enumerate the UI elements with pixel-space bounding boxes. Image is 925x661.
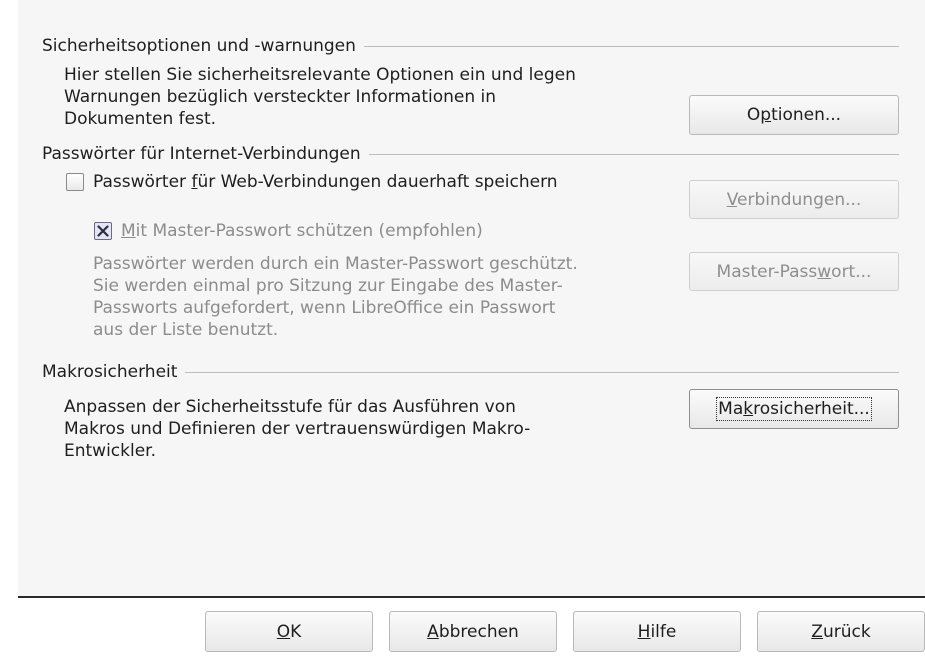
checkmark-x-icon: [97, 225, 109, 237]
security-options-heading-text: Sicherheitsoptionen und -warnungen: [42, 36, 356, 56]
ok-button[interactable]: OK: [205, 611, 373, 652]
macro-security-heading-text: Makrosicherheit: [42, 362, 178, 382]
heading-separator: [185, 371, 899, 373]
master-password-checkbox[interactable]: [94, 222, 112, 240]
heading-separator: [363, 45, 899, 47]
description-line: Dokumenten fest.: [64, 109, 217, 129]
macro-security-description: Anpassen der Sicherheitsstufe für das Au…: [64, 396, 530, 462]
description-line: Anpassen der Sicherheitsstufe für das Au…: [64, 397, 516, 417]
help-button-label: Hilfe: [637, 621, 677, 642]
description-line: Warnungen bezüglich versteckter Informat…: [64, 87, 497, 107]
security-options-description: Hier stellen Sie sicherheitsrelevante Op…: [64, 64, 576, 130]
security-options-heading: Sicherheitsoptionen und -warnungen: [42, 34, 899, 58]
description-line: Makros und Definieren der vertrauenswürd…: [64, 419, 531, 439]
master-password-button[interactable]: Master-Passwort...: [689, 252, 899, 291]
macro-security-heading: Makrosicherheit: [42, 360, 899, 384]
options-button-label: Optionen...: [746, 105, 842, 125]
save-passwords-label[interactable]: Passwörter für Web-Verbindungen dauerhaf…: [93, 171, 558, 193]
description-line: Passworts aufgefordert, wenn LibreOffice…: [93, 298, 556, 318]
master-password-description: Passwörter werden durch ein Master-Passw…: [93, 253, 578, 341]
back-button-label: Zurück: [811, 621, 871, 642]
passwords-heading-text: Passwörter für Internet-Verbindungen: [42, 144, 361, 164]
heading-separator: [368, 153, 899, 155]
master-password-label[interactable]: Mit Master-Passwort schützen (empfohlen): [121, 220, 483, 242]
help-button[interactable]: Hilfe: [573, 611, 741, 652]
ok-button-label: OK: [276, 621, 302, 642]
save-passwords-checkbox[interactable]: [66, 173, 84, 191]
footer-separator: [18, 596, 925, 598]
cancel-button[interactable]: Abbrechen: [389, 611, 557, 652]
connections-button[interactable]: Verbindungen...: [689, 180, 899, 219]
description-line: Hier stellen Sie sicherheitsrelevante Op…: [64, 65, 576, 85]
macro-security-button[interactable]: Makrosicherheit...: [689, 389, 899, 429]
description-line: Entwickler.: [64, 441, 157, 461]
cancel-button-label: Abbrechen: [427, 621, 519, 642]
description-line: Passwörter werden durch ein Master-Passw…: [93, 254, 578, 274]
description-line: aus der Liste benutzt.: [93, 320, 279, 340]
connections-button-label: Verbindungen...: [726, 189, 862, 210]
master-password-button-label: Master-Passwort...: [716, 261, 872, 282]
passwords-heading: Passwörter für Internet-Verbindungen: [42, 142, 899, 166]
description-line: Sie werden einmal pro Sitzung zur Eingab…: [93, 276, 563, 296]
options-button[interactable]: Optionen...: [689, 95, 899, 135]
back-button[interactable]: Zurück: [757, 611, 925, 652]
macro-security-button-label: Makrosicherheit...: [716, 397, 872, 421]
